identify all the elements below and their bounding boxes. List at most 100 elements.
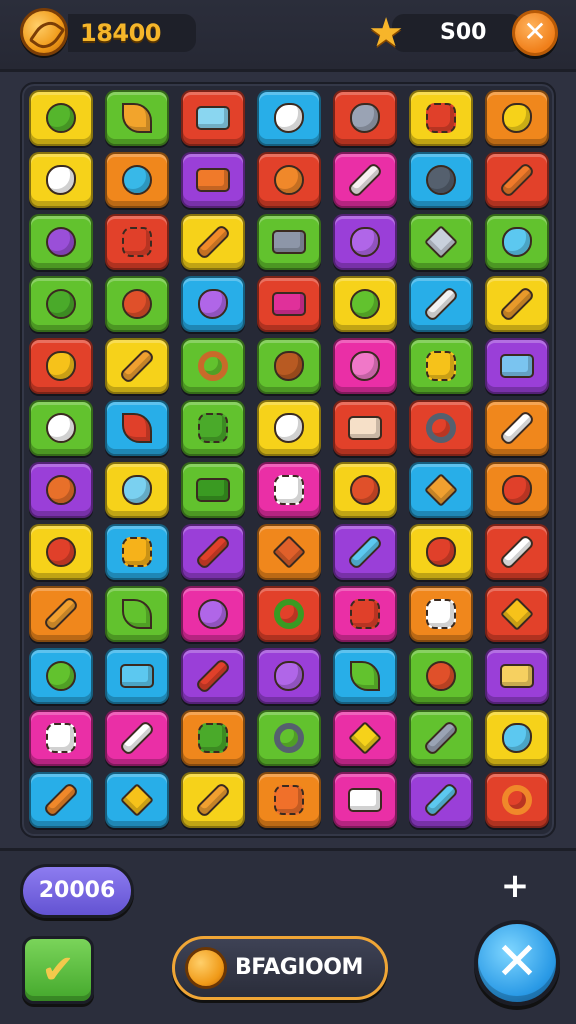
tile-1-5[interactable] [409, 152, 473, 208]
tile-3-4[interactable] [333, 276, 397, 332]
tile-6-1[interactable] [105, 462, 169, 518]
tile-6-3[interactable] [257, 462, 321, 518]
tile-9-1[interactable] [105, 648, 169, 704]
tile-2-4[interactable] [333, 214, 397, 270]
tile-10-6[interactable] [485, 710, 549, 766]
tile-4-6[interactable] [485, 338, 549, 394]
tile-0-1[interactable] [105, 90, 169, 146]
tile-5-6[interactable] [485, 400, 549, 456]
tile-6-6[interactable] [485, 462, 549, 518]
tile-11-1[interactable] [105, 772, 169, 828]
tile-3-0[interactable] [29, 276, 93, 332]
tile-6-2[interactable] [181, 462, 245, 518]
tile-11-3[interactable] [257, 772, 321, 828]
tile-11-5[interactable] [409, 772, 473, 828]
tile-4-5[interactable] [409, 338, 473, 394]
tile-1-2[interactable] [181, 152, 245, 208]
tile-7-3[interactable] [257, 524, 321, 580]
tile-2-2[interactable] [181, 214, 245, 270]
tile-1-3[interactable] [257, 152, 321, 208]
tile-8-6[interactable] [485, 586, 549, 642]
boost-label: BFAGIOOM [235, 955, 363, 980]
tile-0-0[interactable] [29, 90, 93, 146]
tile-6-0[interactable] [29, 462, 93, 518]
tile-3-2[interactable] [181, 276, 245, 332]
tile-10-0[interactable] [29, 710, 93, 766]
plus-icon[interactable]: + [500, 868, 530, 904]
tile-0-6[interactable] [485, 90, 549, 146]
tile-5-4[interactable] [333, 400, 397, 456]
tile-4-2[interactable] [181, 338, 245, 394]
boost-button[interactable]: BFAGIOOM [172, 936, 388, 1000]
tile-8-4[interactable] [333, 586, 397, 642]
tile-10-2[interactable] [181, 710, 245, 766]
tile-4-0[interactable] [29, 338, 93, 394]
tile-9-5[interactable] [409, 648, 473, 704]
tile-10-4[interactable] [333, 710, 397, 766]
tv-icon [500, 354, 534, 378]
tile-5-0[interactable] [29, 400, 93, 456]
box-icon [196, 168, 230, 192]
tile-4-4[interactable] [333, 338, 397, 394]
tile-8-5[interactable] [409, 586, 473, 642]
tile-0-5[interactable] [409, 90, 473, 146]
tile-7-4[interactable] [333, 524, 397, 580]
tile-11-2[interactable] [181, 772, 245, 828]
tile-3-3[interactable] [257, 276, 321, 332]
calendar-icon [348, 788, 382, 812]
coin-value: 18400 [80, 19, 162, 47]
tile-3-1[interactable] [105, 276, 169, 332]
tile-1-4[interactable] [333, 152, 397, 208]
tile-0-2[interactable] [181, 90, 245, 146]
tile-8-3[interactable] [257, 586, 321, 642]
tile-2-0[interactable] [29, 214, 93, 270]
tile-7-0[interactable] [29, 524, 93, 580]
tile-10-3[interactable] [257, 710, 321, 766]
tile-0-4[interactable] [333, 90, 397, 146]
tile-4-3[interactable] [257, 338, 321, 394]
close-button[interactable]: ✕ [512, 10, 558, 56]
tile-1-6[interactable] [485, 152, 549, 208]
tile-9-0[interactable] [29, 648, 93, 704]
tile-0-3[interactable] [257, 90, 321, 146]
tile-11-4[interactable] [333, 772, 397, 828]
tile-9-2[interactable] [181, 648, 245, 704]
tile-5-1[interactable] [105, 400, 169, 456]
tile-7-5[interactable] [409, 524, 473, 580]
tile-5-2[interactable] [181, 400, 245, 456]
tile-11-0[interactable] [29, 772, 93, 828]
tile-2-3[interactable] [257, 214, 321, 270]
tile-2-1[interactable] [105, 214, 169, 270]
tile-10-5[interactable] [409, 710, 473, 766]
tile-5-5[interactable] [409, 400, 473, 456]
tile-2-6[interactable] [485, 214, 549, 270]
tile-1-0[interactable] [29, 152, 93, 208]
tile-6-5[interactable] [409, 462, 473, 518]
lightning-icon [500, 597, 534, 631]
tile-8-2[interactable] [181, 586, 245, 642]
tile-7-6[interactable] [485, 524, 549, 580]
tile-7-1[interactable] [105, 524, 169, 580]
tile-1-1[interactable] [105, 152, 169, 208]
tile-9-4[interactable] [333, 648, 397, 704]
tile-8-0[interactable] [29, 586, 93, 642]
apple-icon [46, 475, 76, 505]
ball-icon [122, 165, 152, 195]
tile-10-1[interactable] [105, 710, 169, 766]
tile-9-3[interactable] [257, 648, 321, 704]
bomb-icon [426, 165, 456, 195]
tile-9-6[interactable] [485, 648, 549, 704]
tile-3-6[interactable] [485, 276, 549, 332]
tile-5-3[interactable] [257, 400, 321, 456]
tile-11-6[interactable] [485, 772, 549, 828]
tile-6-4[interactable] [333, 462, 397, 518]
tile-3-5[interactable] [409, 276, 473, 332]
tile-7-2[interactable] [181, 524, 245, 580]
tile-2-5[interactable] [409, 214, 473, 270]
tile-4-1[interactable] [105, 338, 169, 394]
tile-8-1[interactable] [105, 586, 169, 642]
ghost-icon [502, 227, 532, 257]
close-button-large[interactable]: ✕ [474, 920, 560, 1006]
check-button[interactable]: ✔ [22, 936, 94, 1004]
heart-icon [426, 537, 456, 567]
